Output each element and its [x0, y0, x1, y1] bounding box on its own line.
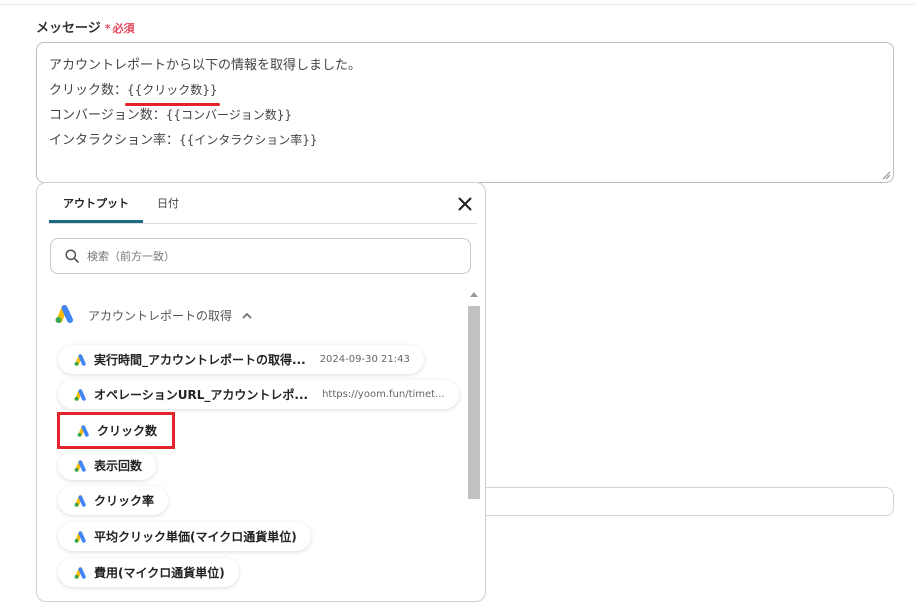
message-line-1-text: アカウントレポートから以下の情報を取得しました。: [49, 58, 362, 73]
click-count-token[interactable]: {{クリック数}}: [125, 78, 220, 106]
google-ads-icon: [72, 459, 88, 473]
tab-date[interactable]: 日付: [143, 183, 193, 223]
message-line-1: アカウントレポートから以下の情報を取得しました。: [49, 53, 881, 78]
background-input-field[interactable]: [470, 487, 894, 516]
search-icon: [65, 249, 79, 263]
google-ads-icon: [75, 424, 91, 438]
output-item-label: オペレーションURL_アカウントレポ...: [94, 388, 309, 402]
message-label-text: メッセージ: [36, 21, 101, 36]
scroll-thumb[interactable]: [468, 306, 480, 499]
message-textarea[interactable]: アカウントレポートから以下の情報を取得しました。 クリック数：{{クリック数}}…: [36, 42, 894, 183]
google-ads-icon: [72, 530, 88, 544]
message-line-2-prefix: クリック数：: [49, 83, 128, 98]
google-ads-icon: [72, 388, 88, 402]
message-line-2: クリック数：{{クリック数}}: [49, 78, 881, 106]
top-divider: [0, 4, 915, 5]
output-item-label: クリック率: [94, 494, 155, 508]
output-item-execution-time[interactable]: 実行時間_アカウントレポートの取得... 2024-09-30 21:43: [58, 345, 424, 374]
output-item-label: 平均クリック単価(マイクロ通貨単位): [94, 530, 297, 544]
required-badge: * 必須: [105, 22, 135, 35]
google-ads-icon: [52, 303, 76, 328]
required-mark: *: [104, 22, 111, 35]
search-input[interactable]: [85, 248, 445, 264]
panel-scrollbar[interactable]: [467, 290, 481, 610]
output-item-label: 実行時間_アカウントレポートの取得...: [94, 353, 306, 367]
interaction-rate-token[interactable]: {{インタラクション率}}: [179, 133, 318, 147]
tab-output[interactable]: アウトプット: [49, 183, 143, 223]
message-line-3-prefix: コンバージョン数：: [49, 108, 166, 123]
resize-grip-icon[interactable]: [881, 170, 891, 180]
output-item-cost[interactable]: 費用(マイクロ通貨単位): [58, 558, 239, 587]
output-item-operation-url[interactable]: オペレーションURL_アカウントレポ... https://yoom.fun/t…: [58, 380, 459, 409]
google-ads-icon: [72, 494, 88, 508]
message-line-4-prefix: インタラクション率：: [49, 133, 180, 148]
google-ads-icon: [72, 566, 88, 580]
scroll-up-arrow-icon[interactable]: [470, 292, 478, 297]
section-title: アカウントレポートの取得: [88, 308, 233, 323]
chevron-up-icon: [242, 312, 252, 319]
panel-tabs: アウトプット 日付: [49, 183, 193, 223]
output-item-label: クリック数: [97, 424, 158, 438]
message-line-4: インタラクション率：{{インタラクション率}}: [49, 128, 881, 153]
tab-divider: [49, 223, 477, 224]
close-icon: [458, 197, 472, 211]
google-ads-icon: [72, 353, 88, 367]
output-item-value: https://yoom.fun/timet...: [322, 389, 445, 400]
close-button[interactable]: [455, 194, 475, 214]
message-line-3: コンバージョン数：{{コンバージョン数}}: [49, 103, 881, 128]
output-item-label: 費用(マイクロ通貨単位): [94, 566, 225, 580]
search-box[interactable]: [50, 238, 471, 274]
output-item-impressions[interactable]: 表示回数: [58, 451, 157, 480]
output-item-label: 表示回数: [94, 459, 143, 473]
required-text: 必須: [112, 22, 135, 35]
output-item-avg-cpc[interactable]: 平均クリック単価(マイクロ通貨単位): [58, 522, 311, 551]
section-header[interactable]: アカウントレポートの取得: [52, 301, 252, 329]
message-field-label: メッセージ * 必須: [36, 17, 135, 36]
output-picker-panel: アウトプット 日付 アカウントレポートの取得 実行時間_アカウン: [36, 182, 486, 602]
output-item-click-rate[interactable]: クリック率: [58, 486, 169, 515]
conversion-token[interactable]: {{コンバージョン数}}: [166, 108, 292, 122]
output-item-value: 2024-09-30 21:43: [319, 354, 410, 365]
output-item-click-count[interactable]: クリック数: [56, 412, 176, 449]
